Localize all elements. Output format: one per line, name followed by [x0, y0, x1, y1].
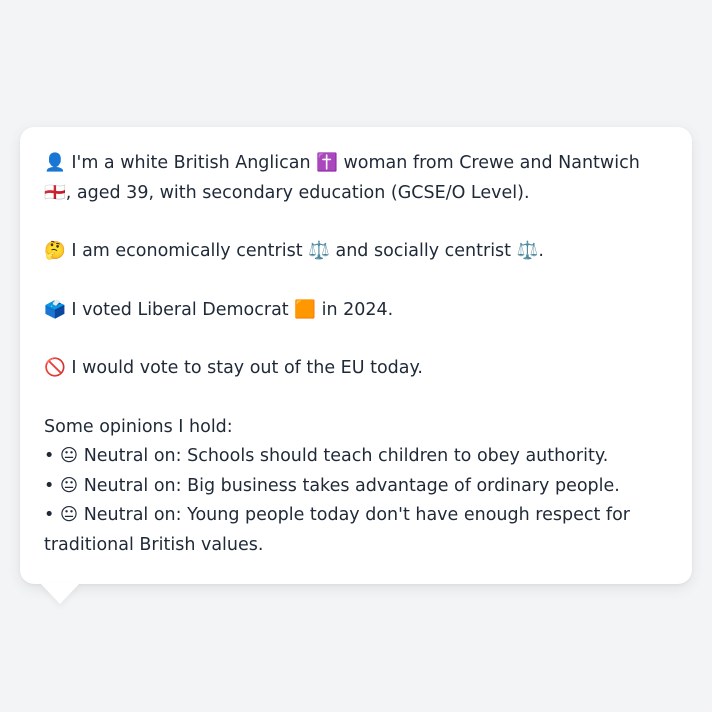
bubble-tail: [40, 583, 80, 604]
opinion-item: • 😐 Neutral on: Young people today don't…: [44, 505, 630, 555]
persona-bio: 👤 I'm a white British Anglican ✝️ woman …: [44, 153, 640, 203]
eu-stance: 🚫 I would vote to stay out of the EU tod…: [44, 358, 423, 378]
opinions-heading: Some opinions I hold:: [44, 416, 233, 437]
political-stance: 🤔 I am economically centrist ⚖️ and soci…: [44, 241, 544, 261]
persona-message-bubble: 👤 I'm a white British Anglican ✝️ woman …: [20, 127, 692, 584]
opinion-item: • 😐 Neutral on: Schools should teach chi…: [44, 446, 609, 466]
opinion-item: • 😐 Neutral on: Big business takes advan…: [44, 475, 620, 496]
vote-history: 🗳️ I voted Liberal Democrat 🟧 in 2024.: [44, 299, 394, 320]
